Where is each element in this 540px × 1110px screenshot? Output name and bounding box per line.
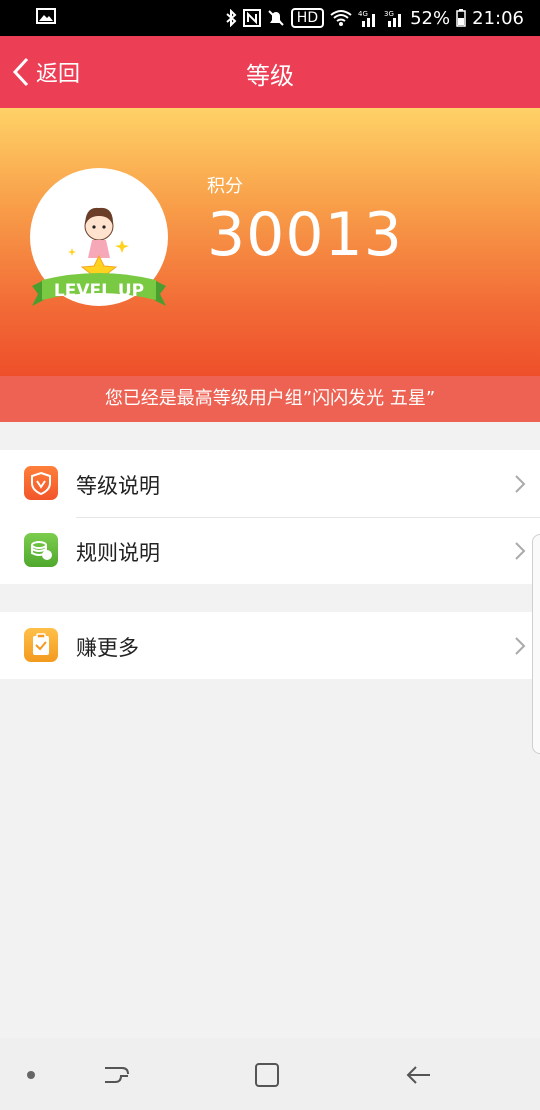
svg-text:4G: 4G — [358, 10, 368, 18]
clock: 21:06 — [472, 7, 524, 29]
level-up-illustration: LEVEL UP — [32, 207, 166, 328]
level-description-label: 等级说明 — [76, 474, 160, 498]
rules-description-item[interactable]: 规则说明 — [0, 517, 540, 584]
bluetooth-icon — [226, 9, 237, 27]
mute-icon — [268, 10, 284, 26]
clipboard-check-icon — [24, 628, 58, 662]
menu-group-info: 等级说明 规则说明 — [0, 450, 540, 584]
signal-4g-icon: 4G — [358, 10, 376, 27]
level-avatar: LEVEL UP — [30, 168, 168, 328]
image-icon — [36, 8, 56, 24]
chevron-right-icon — [515, 475, 526, 493]
nfc-icon — [242, 9, 261, 27]
wifi-icon — [330, 10, 352, 26]
rules-description-label: 规则说明 — [76, 541, 160, 565]
points-hero: LEVEL UP 积分 30013 — [0, 108, 540, 376]
signal-3g-icon: 3G — [384, 10, 402, 27]
hd-badge: HD — [290, 8, 325, 28]
status-bar: HD 4G 3G 52% 21:06 — [0, 0, 540, 36]
chevron-right-icon — [515, 637, 526, 655]
svg-text:3G: 3G — [384, 10, 394, 18]
edge-panel-handle[interactable] — [532, 534, 540, 754]
back-arrow-icon[interactable] — [402, 1058, 436, 1092]
coins-icon — [24, 533, 58, 567]
level-up-badge-text: LEVEL UP — [54, 281, 144, 301]
nav-dot-icon[interactable] — [27, 1071, 35, 1079]
earn-more-item[interactable]: 赚更多 — [0, 612, 540, 679]
app-header: 返回 等级 — [0, 36, 540, 108]
level-notice: 您已经是最高等级用户组”闪闪发光 五星” — [0, 376, 540, 422]
earn-more-label: 赚更多 — [76, 636, 139, 660]
level-description-item[interactable]: 等级说明 — [0, 450, 540, 517]
navigation-bar — [0, 1038, 540, 1110]
shield-icon — [24, 466, 58, 500]
chevron-right-icon — [515, 542, 526, 560]
battery-percent: 52% — [410, 7, 451, 29]
battery-icon — [456, 9, 466, 27]
points-value: 30013 — [207, 200, 403, 270]
home-icon[interactable] — [250, 1058, 284, 1092]
recent-apps-icon[interactable] — [100, 1058, 134, 1092]
page-title: 等级 — [246, 62, 294, 90]
points-label: 积分 — [207, 176, 243, 197]
menu-group-earn: 赚更多 — [0, 612, 540, 679]
